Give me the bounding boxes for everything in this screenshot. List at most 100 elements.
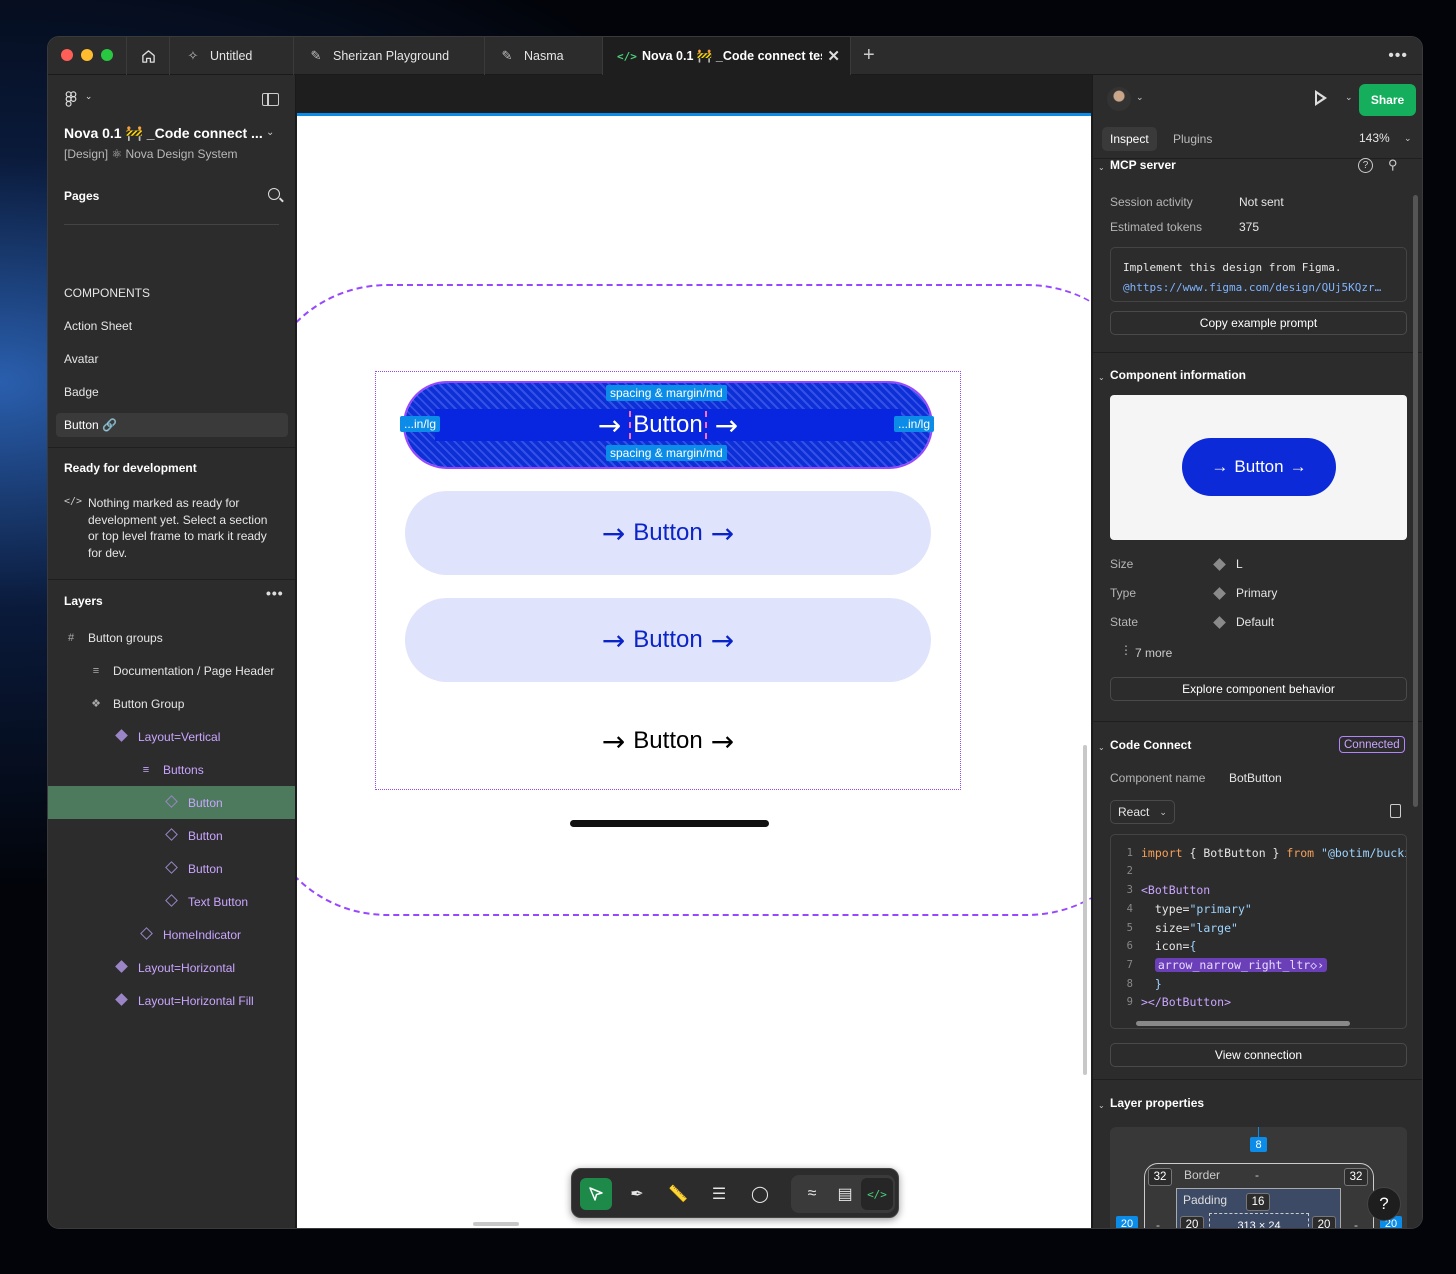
layer-button-groups[interactable]: # Button groups <box>48 621 295 654</box>
layer-button[interactable]: Button <box>48 819 295 852</box>
view-connection-button[interactable]: View connection <box>1110 1043 1407 1067</box>
explore-component-behavior-button[interactable]: Explore component behavior <box>1110 677 1407 701</box>
measure-tool-button[interactable]: 📏 <box>662 1178 694 1210</box>
tab-nasma[interactable]: ✎ Nasma <box>485 37 603 75</box>
figma-main-menu[interactable]: ⌄ <box>64 91 92 110</box>
code-scrollbar[interactable] <box>1136 1021 1350 1026</box>
margin-top-badge: 8 <box>1250 1137 1267 1152</box>
code-line: 2 <box>1126 865 1133 877</box>
slides-mode-button[interactable]: ▤ <box>829 1178 861 1210</box>
comment-tool-button[interactable]: ◯ <box>744 1178 776 1210</box>
code-icon: </> <box>617 49 637 63</box>
more-options-icon[interactable]: ••• <box>1388 47 1408 65</box>
file-name[interactable]: Nova 0.1 🚧 _Code connect ... <box>64 125 264 142</box>
copy-code-icon[interactable] <box>1390 804 1401 818</box>
maximize-window-button[interactable] <box>101 49 113 61</box>
layer-layout-horizontal[interactable]: Layout=Horizontal <box>48 951 295 984</box>
example-prompt-box[interactable]: Implement this design from Figma. @https… <box>1110 247 1407 302</box>
arrow-right-icon: → <box>714 408 739 442</box>
layer-label: Button <box>188 828 223 843</box>
annotate-tool-button[interactable]: ☰ <box>703 1178 735 1210</box>
framework-select[interactable]: React ⌄ <box>1110 800 1175 824</box>
layer-text-button[interactable]: Text Button <box>48 885 295 918</box>
help-icon[interactable]: ? <box>1358 158 1373 173</box>
code-line: 9 ></BotButton> <box>1126 995 1232 1009</box>
more-props-link[interactable]: 7 more <box>1135 646 1172 660</box>
layer-home-indicator[interactable]: HomeIndicator <box>48 918 295 951</box>
page-item-button[interactable]: Button 🔗 <box>56 413 288 437</box>
color-picker-button[interactable]: ✒ <box>621 1178 653 1210</box>
padding-top: 16 <box>1246 1193 1270 1211</box>
layer-button[interactable]: Button <box>48 852 295 885</box>
avatar[interactable] <box>1107 87 1131 111</box>
page-item-badge[interactable]: Badge <box>56 380 288 404</box>
layer-button-selected[interactable]: Button <box>48 786 295 819</box>
layer-label: Buttons <box>163 762 204 777</box>
design-canvas[interactable]: → Button → spacing & margin/md spacing &… <box>297 75 1091 1228</box>
chevron-down-icon[interactable]: ⌄ <box>1098 163 1105 172</box>
preview-button-label: Button <box>1234 457 1284 476</box>
sidebar-toggle-icon[interactable] <box>262 93 279 106</box>
page-item-avatar[interactable]: Avatar <box>56 347 288 371</box>
code-connect-title[interactable]: Code Connect <box>1110 738 1191 752</box>
prompt-text: Implement this design from Figma. <box>1123 261 1342 274</box>
tab-untitled[interactable]: ✧ Untitled <box>171 37 294 75</box>
chevron-down-icon[interactable]: ⌄ <box>1098 1101 1105 1110</box>
code-icon: </> <box>867 1187 887 1201</box>
layer-layout-vertical[interactable]: Layout=Vertical <box>48 720 295 753</box>
close-tab-icon[interactable]: ✕ <box>827 47 840 65</box>
tab-inspect[interactable]: Inspect <box>1102 127 1157 151</box>
minimize-window-button[interactable] <box>81 49 93 61</box>
close-window-button[interactable] <box>61 49 73 61</box>
home-indicator[interactable] <box>570 820 769 827</box>
session-activity-value: Not sent <box>1239 195 1284 209</box>
new-tab-button[interactable]: + <box>863 45 875 65</box>
share-button[interactable]: Share <box>1359 84 1416 116</box>
tab-nova-code-connect[interactable]: </> Nova 0.1 🚧 _Code connect testin ✕ <box>603 37 851 75</box>
help-button[interactable]: ? <box>1367 1187 1401 1221</box>
tab-plugins[interactable]: Plugins <box>1165 127 1220 151</box>
zoom-level[interactable]: 143% <box>1359 131 1390 145</box>
home-tab[interactable] <box>126 37 170 75</box>
chevron-down-icon[interactable]: ⌄ <box>1404 133 1412 144</box>
layer-buttons[interactable]: ≡ Buttons <box>48 753 295 786</box>
code-snippet[interactable]: 1 import { BotButton } from "@botim/bucki… <box>1110 834 1407 1029</box>
secondary-button[interactable]: → Button → <box>405 491 931 575</box>
present-icon-inner <box>1317 94 1323 102</box>
settings-sliders-icon[interactable]: ⚲ <box>1388 157 1398 173</box>
divider <box>1093 352 1422 353</box>
tab-sherizan-playground[interactable]: ✎ Sherizan Playground <box>294 37 485 75</box>
layer-button-group[interactable]: ❖ Button Group <box>48 687 295 720</box>
chevron-down-icon[interactable]: ⌄ <box>1345 92 1353 103</box>
draw-mode-button[interactable]: ≈ <box>796 1178 828 1210</box>
chevron-down-icon[interactable]: ⌄ <box>1098 743 1105 752</box>
code-icon: </> <box>64 496 83 507</box>
horizontal-scrollbar[interactable] <box>473 1222 519 1226</box>
vertical-scrollbar[interactable] <box>1083 745 1087 1075</box>
search-icon[interactable] <box>268 188 280 200</box>
mcp-section-title[interactable]: MCP server <box>1110 158 1176 172</box>
chevron-down-icon[interactable]: ⌄ <box>1098 373 1105 382</box>
arrow-right-icon: → <box>1289 457 1307 476</box>
layer-documentation-page-header[interactable]: ≡ Documentation / Page Header <box>48 654 295 687</box>
variant-icon <box>1213 587 1226 600</box>
connected-badge: Connected <box>1339 736 1405 753</box>
panel-scrollbar[interactable] <box>1413 195 1418 807</box>
border-left-value: - <box>1156 1218 1160 1229</box>
copy-example-prompt-button[interactable]: Copy example prompt <box>1110 311 1407 335</box>
chevron-down-icon[interactable]: ⌄ <box>266 127 274 138</box>
more-options-icon[interactable]: ••• <box>266 585 284 601</box>
secondary-button[interactable]: → Button → <box>405 598 931 682</box>
layer-layout-horizontal-fill[interactable]: Layout=Horizontal Fill <box>48 984 295 1017</box>
dev-mode-button[interactable]: </> <box>861 1178 893 1210</box>
prompt-link[interactable]: @https://www.figma.com/design/QUj5KQzr… <box>1123 278 1394 298</box>
layer-properties-title[interactable]: Layer properties <box>1110 1096 1204 1110</box>
text-button[interactable]: → Button → <box>405 699 931 783</box>
icon-instance-chip[interactable]: arrow_narrow_right_ltr◇› <box>1154 958 1328 972</box>
spacing-tag-right: ...in/lg <box>894 416 935 432</box>
page-item-action-sheet[interactable]: Action Sheet <box>56 314 288 338</box>
move-tool-button[interactable] <box>580 1178 612 1210</box>
layer-label: Layout=Horizontal Fill <box>138 993 254 1008</box>
component-info-title[interactable]: Component information <box>1110 368 1246 382</box>
chevron-down-icon[interactable]: ⌄ <box>1136 92 1144 103</box>
